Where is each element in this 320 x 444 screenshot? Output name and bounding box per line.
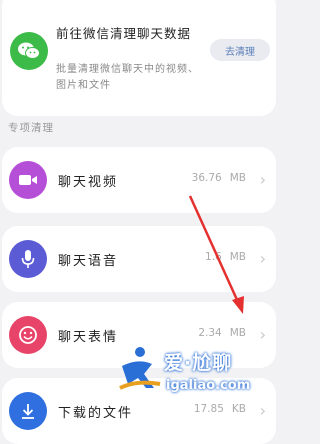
watermark-url: igaliao.com (166, 378, 251, 393)
video-icon (9, 161, 47, 199)
list-item-size: 1.6 MB (205, 251, 246, 263)
list-item-size: 2.34 MB (198, 327, 246, 339)
wechat-icon (10, 32, 48, 70)
go-clean-button[interactable]: 去清理 (210, 39, 270, 61)
wechat-card-title: 前往微信清理聊天数据 (56, 26, 192, 41)
list-item-chat-voice[interactable]: 聊天语音 1.6 MB › (2, 226, 276, 292)
list-item-size: 36.76 MB (191, 172, 246, 184)
list-item-label: 聊天语音 (58, 254, 119, 269)
chevron-right-icon: › (259, 170, 266, 189)
section-label: 专项清理 (8, 122, 54, 134)
list-item-label: 聊天视频 (58, 175, 119, 190)
chevron-right-icon: › (259, 249, 266, 268)
smiley-icon (9, 316, 47, 354)
chevron-right-icon: › (259, 325, 266, 344)
watermark: 爱·尬聊 igaliao.com (116, 344, 276, 410)
download-icon (9, 392, 47, 430)
watermark-text: 爱·尬聊 (164, 352, 233, 374)
watermark-logo-icon (119, 347, 161, 390)
list-item-label: 聊天表情 (58, 330, 119, 345)
wechat-card-description: 批量清理微信聊天中的视频、图片和文件 (56, 64, 199, 91)
microphone-icon (9, 240, 47, 278)
wechat-clean-card[interactable]: 前往微信清理聊天数据 批量清理微信聊天中的视频、图片和文件 去清理 (2, 0, 276, 116)
list-item-chat-video[interactable]: 聊天视频 36.76 MB › (2, 147, 276, 213)
